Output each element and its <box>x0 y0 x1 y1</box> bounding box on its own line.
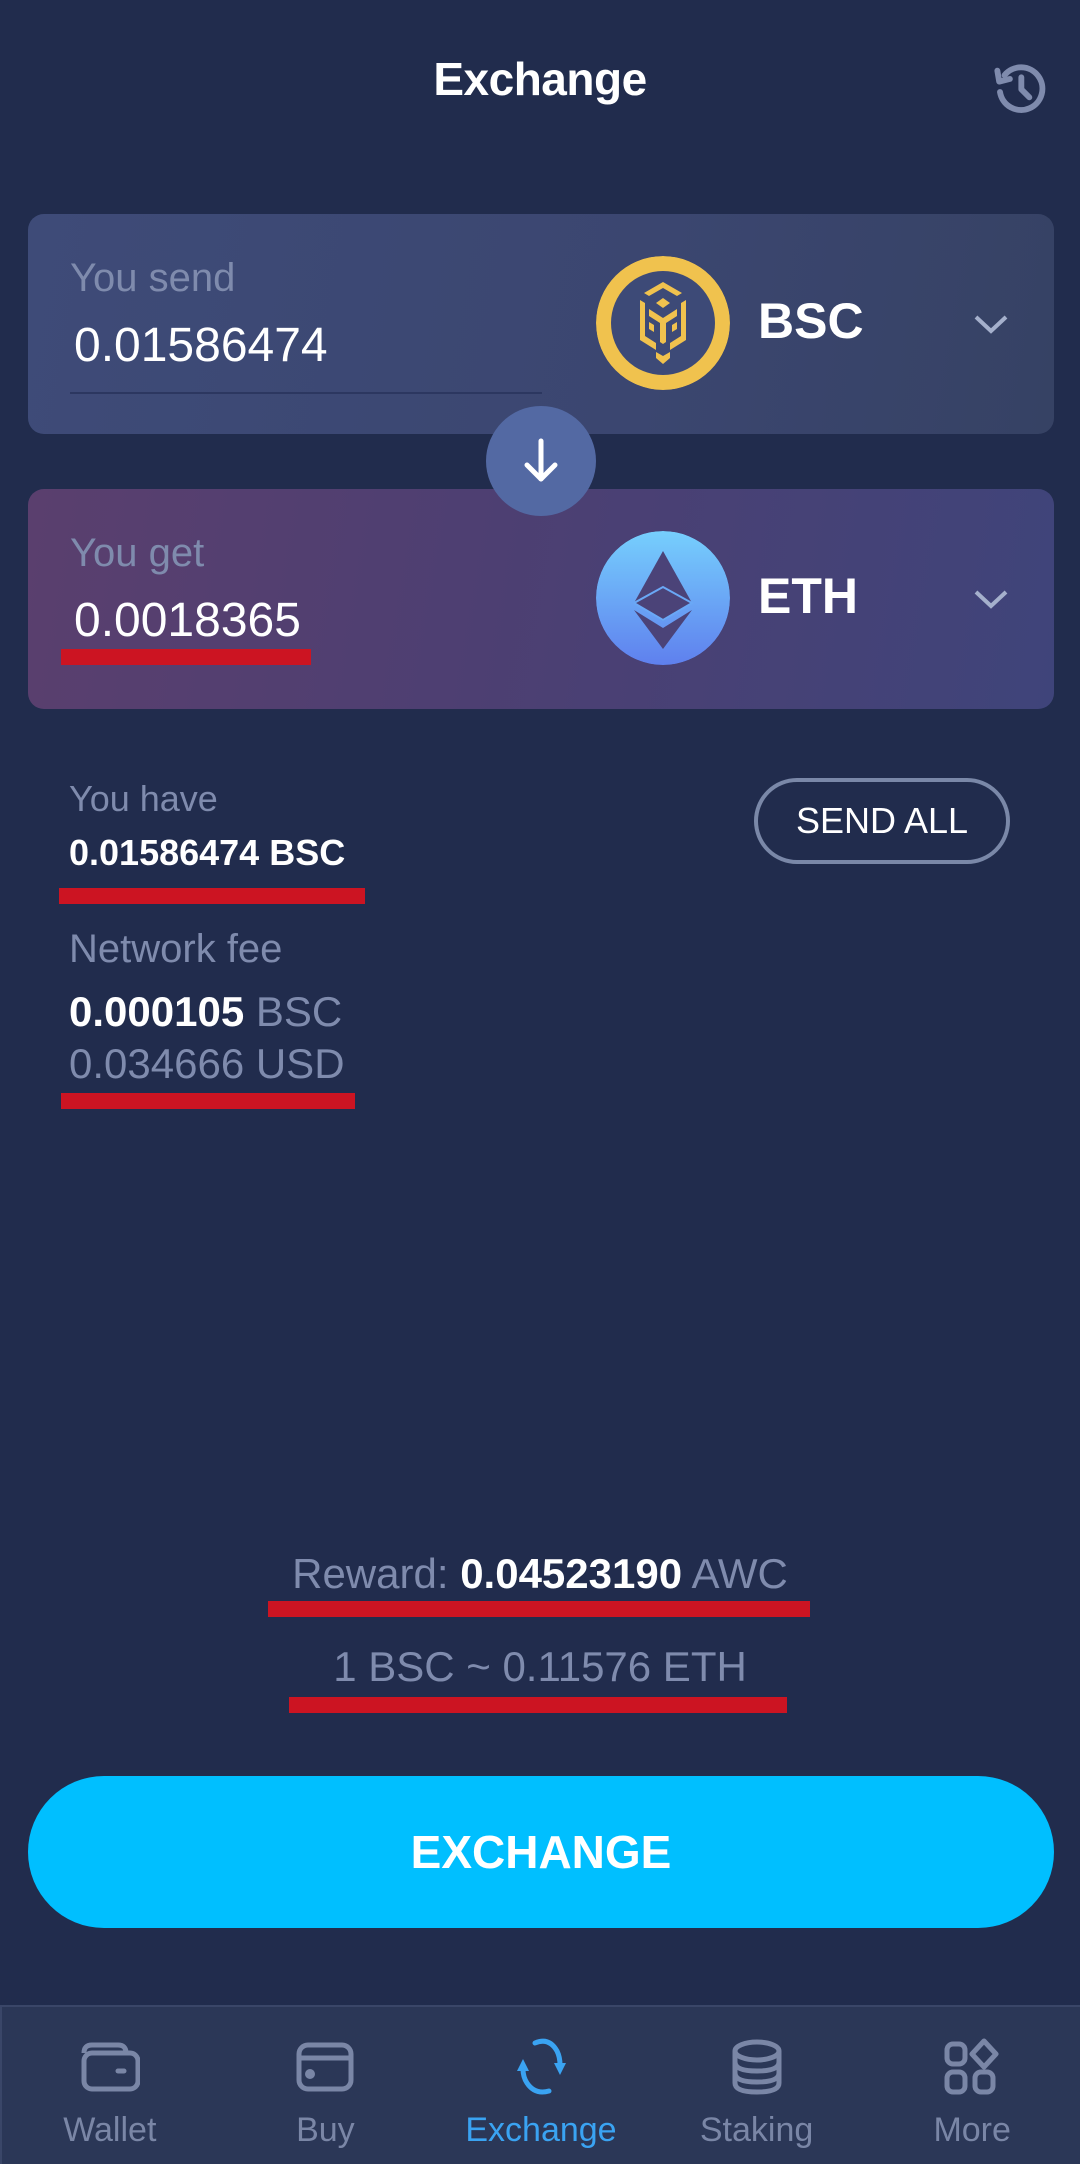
annotation-underline <box>61 649 311 665</box>
reward-label: Reward: <box>292 1550 449 1597</box>
history-icon <box>994 64 1046 113</box>
balance-label: You have <box>69 778 218 819</box>
bottom-navigation: Wallet Buy Exchange Staking More <box>0 2005 1080 2164</box>
get-amount-input[interactable] <box>74 593 534 648</box>
send-coin-name: BSC <box>758 293 864 349</box>
network-fee-amount: 0.000105 BSC <box>69 988 342 1036</box>
nav-label-exchange: Exchange <box>465 2111 617 2149</box>
balance-value: 0.01586474 BSC <box>69 832 346 873</box>
annotation-underline <box>61 1093 355 1109</box>
page-title: Exchange <box>433 53 647 105</box>
annotation-underline <box>59 888 365 904</box>
arrow-down-icon <box>524 438 558 482</box>
get-coin-name: ETH <box>758 568 858 624</box>
get-coin-dropdown[interactable] <box>968 577 1014 623</box>
history-button[interactable] <box>988 56 1052 120</box>
nav-item-more[interactable]: More <box>872 2007 1072 2150</box>
eth-coin-icon <box>596 531 730 665</box>
coins-stack-icon <box>732 2039 782 2095</box>
nav-item-wallet[interactable]: Wallet <box>10 2007 210 2150</box>
get-label: You get <box>70 531 205 575</box>
network-fee-label: Network fee <box>69 927 283 971</box>
nav-label-staking: Staking <box>699 2111 814 2149</box>
send-amount-input[interactable] <box>74 318 534 373</box>
exchange-rate: 1 BSC ~ 0.11576 ETH <box>333 1643 747 1690</box>
annotation-underline <box>289 1697 787 1713</box>
get-card: You get ETH <box>28 489 1054 709</box>
nav-item-exchange[interactable]: Exchange <box>441 2007 641 2150</box>
nav-label-wallet: Wallet <box>63 2111 157 2149</box>
chevron-down-icon <box>974 315 1008 334</box>
nav-item-staking[interactable]: Staking <box>657 2007 857 2150</box>
send-label: You send <box>70 256 236 300</box>
grid-more-icon <box>944 2038 999 2095</box>
nav-label-more: More <box>933 2111 1011 2149</box>
reward-amount: 0.04523190 <box>460 1550 683 1597</box>
exchange-button[interactable]: EXCHANGE <box>28 1776 1054 1928</box>
swap-direction-button[interactable] <box>486 406 596 516</box>
nav-item-buy[interactable]: Buy <box>225 2007 425 2150</box>
chevron-down-icon <box>974 590 1008 609</box>
reward-unit: AWC <box>691 1550 788 1597</box>
nav-label-buy: Buy <box>296 2111 355 2149</box>
send-coin-dropdown[interactable] <box>968 302 1014 348</box>
send-card: You send BSC <box>28 214 1054 434</box>
send-all-button[interactable]: SEND ALL <box>754 778 1010 864</box>
send-input-underline <box>70 392 542 394</box>
network-fee-usd: 0.034666 USD <box>69 1040 345 1087</box>
bnb-coin-icon <box>596 256 730 390</box>
exchange-icon <box>516 2038 566 2095</box>
fee-amount-unit: BSC <box>255 988 343 1035</box>
annotation-underline <box>268 1601 810 1617</box>
fee-amount-value: 0.000105 <box>69 988 245 1035</box>
wallet-icon <box>81 2042 140 2092</box>
reward-line: Reward: 0.04523190 AWC <box>0 1550 1080 1598</box>
card-icon <box>296 2042 354 2092</box>
